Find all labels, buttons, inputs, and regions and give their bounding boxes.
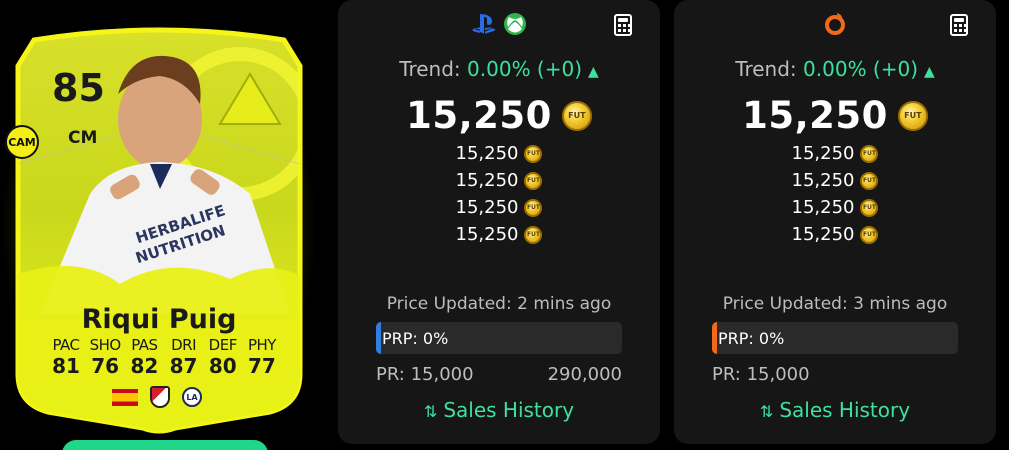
stat-label: SHO	[89, 336, 122, 354]
trend-up-icon: ▲	[588, 64, 599, 80]
trend-value: 0.00% (+0)	[803, 57, 919, 81]
coin-icon: FUT	[860, 225, 879, 244]
price-value: 15,250	[791, 197, 855, 218]
price-row: 15,250 FUT	[674, 194, 996, 221]
coin-icon: FUT	[561, 100, 592, 131]
stat-label: PAC	[52, 336, 80, 354]
lowest-price-value: 15,250	[406, 94, 552, 137]
player-stats: PAC 81 SHO 76 PAS 82 DRI 87 DEF 80 PHY 7…	[48, 336, 280, 378]
platform-icons	[338, 12, 660, 36]
stat-phy: PHY 77	[244, 336, 280, 378]
xbox-icon	[504, 13, 526, 35]
price-value: 15,250	[455, 143, 519, 164]
alt-position-badge: CAM	[5, 125, 39, 159]
stat-value: 80	[208, 354, 237, 378]
price-row: 15,250 FUT	[674, 167, 996, 194]
price-value: 15,250	[791, 170, 855, 191]
price-range-min: PR: 15,000	[376, 364, 474, 385]
trend-line: Trend: 0.00% (+0) ▲	[674, 57, 996, 81]
price-range: PR: 15,000 290,000	[376, 364, 622, 385]
sales-history-label: Sales History	[779, 398, 911, 422]
mls-badge-icon	[150, 386, 170, 408]
trend-line: Trend: 0.00% (+0) ▲	[338, 57, 660, 81]
coin-icon: FUT	[524, 198, 543, 217]
stat-def: DEF 80	[205, 336, 241, 378]
pc-price-panel: Trend: 0.00% (+0) ▲ 15,250 FUT 15,250 FUT…	[674, 0, 996, 444]
price-row: 15,250 FUT	[674, 140, 996, 167]
coin-icon: FUT	[860, 171, 879, 190]
prp-label: PRP: 0%	[718, 329, 785, 348]
calculator-icon[interactable]	[950, 14, 968, 36]
stat-label: PHY	[247, 336, 277, 354]
price-row: 15,250 FUT	[338, 167, 660, 194]
stat-value: 87	[169, 354, 198, 378]
console-price-panel: Trend: 0.00% (+0) ▲ 15,250 FUT 15,250 FUT…	[338, 0, 660, 444]
price-row: 15,250 FUT	[674, 221, 996, 248]
prp-bar: PRP: 0%	[712, 322, 958, 354]
sales-history-link[interactable]: ⇅ Sales History	[338, 398, 660, 422]
coin-icon: FUT	[524, 225, 543, 244]
lowest-price-value: 15,250	[742, 94, 888, 137]
stat-pac: PAC 81	[48, 336, 84, 378]
player-card[interactable]: HERBALIFE NUTRITION 85 CM CAM Riqui Puig…	[0, 14, 318, 434]
sales-history-label: Sales History	[443, 398, 575, 422]
price-list: 15,250 FUT 15,250 FUT 15,250 FUT 15,250 …	[338, 140, 660, 248]
prp-bar-fill	[712, 322, 717, 354]
prp-label: PRP: 0%	[382, 329, 449, 348]
la-galaxy-badge-icon: LA	[182, 387, 202, 407]
prp-bar-fill	[376, 322, 381, 354]
stat-label: DEF	[208, 336, 238, 354]
player-name: Riqui Puig	[81, 304, 237, 335]
stat-value: 77	[248, 354, 276, 378]
price-range: PR: 15,000	[712, 364, 958, 385]
price-value: 15,250	[455, 197, 519, 218]
stat-sho: SHO 76	[87, 336, 123, 378]
stat-value: 76	[91, 354, 120, 378]
price-range-max: 290,000	[547, 364, 622, 385]
stat-value: 81	[52, 354, 80, 378]
trend-label: Trend:	[399, 57, 461, 81]
coin-icon: FUT	[897, 100, 928, 131]
lowest-price: 15,250 FUT	[674, 94, 996, 137]
price-list: 15,250 FUT 15,250 FUT 15,250 FUT 15,250 …	[674, 140, 996, 248]
stat-label: PAS	[131, 336, 158, 354]
coin-icon: FUT	[524, 144, 543, 163]
price-value: 15,250	[455, 170, 519, 191]
trend-label: Trend:	[735, 57, 797, 81]
stat-value: 82	[130, 354, 159, 378]
coin-icon: FUT	[860, 198, 879, 217]
sort-arrows-icon: ⇅	[423, 402, 438, 421]
stat-label: DRI	[171, 336, 197, 354]
price-updated: Price Updated: 3 mins ago	[722, 294, 948, 314]
sales-history-link[interactable]: ⇅ Sales History	[674, 398, 996, 422]
spain-flag-icon	[112, 388, 138, 406]
stat-dri: DRI 87	[166, 336, 202, 378]
price-value: 15,250	[455, 224, 519, 245]
trend-value: 0.00% (+0)	[467, 57, 583, 81]
calculator-icon[interactable]	[614, 14, 632, 36]
card-action-button[interactable]	[62, 440, 268, 450]
lowest-price: 15,250 FUT	[338, 94, 660, 137]
prp-bar: PRP: 0%	[376, 322, 622, 354]
player-position: CM	[68, 128, 98, 148]
player-rating: 85	[52, 66, 105, 110]
coin-icon: FUT	[860, 144, 879, 163]
playstation-icon	[472, 14, 496, 34]
card-badges: LA	[112, 386, 202, 408]
price-row: 15,250 FUT	[338, 140, 660, 167]
price-value: 15,250	[791, 143, 855, 164]
price-row: 15,250 FUT	[338, 221, 660, 248]
trend-up-icon: ▲	[924, 64, 935, 80]
origin-icon	[825, 13, 845, 35]
price-updated: Price Updated: 2 mins ago	[386, 294, 612, 314]
coin-icon: FUT	[524, 171, 543, 190]
price-value: 15,250	[791, 224, 855, 245]
player-card-wrap: HERBALIFE NUTRITION 85 CM CAM Riqui Puig…	[0, 14, 318, 434]
stat-pas: PAS 82	[126, 336, 162, 378]
price-row: 15,250 FUT	[338, 194, 660, 221]
price-range-min: PR: 15,000	[712, 364, 810, 385]
platform-icons	[674, 12, 996, 36]
sort-arrows-icon: ⇅	[759, 402, 774, 421]
